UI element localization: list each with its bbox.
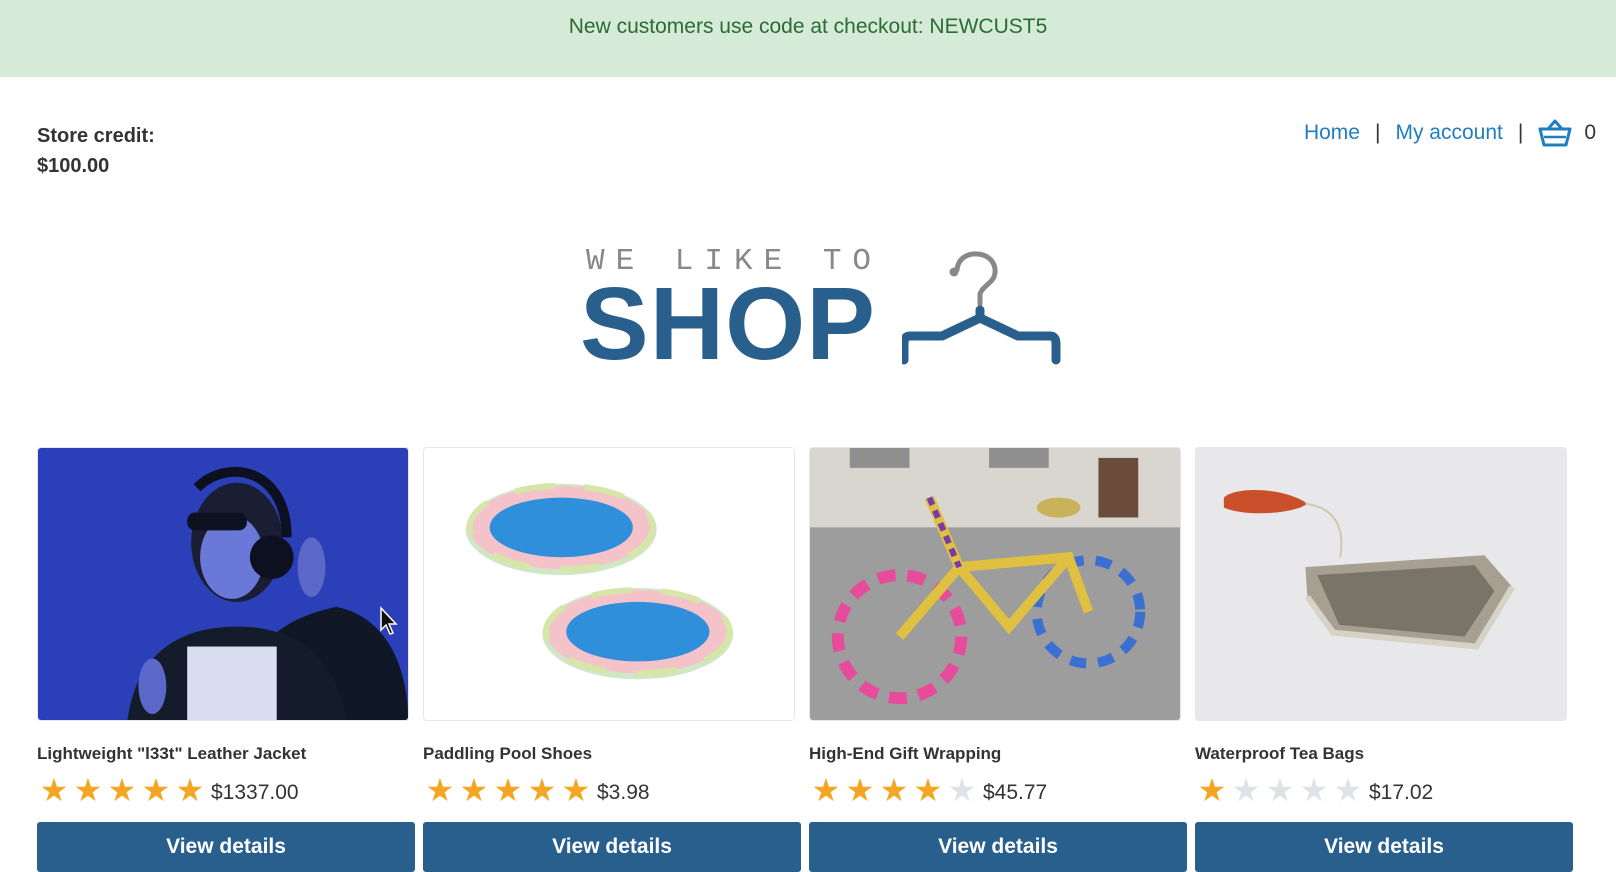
star-icon: ★ [39,771,69,809]
star-icon: ★ [1299,771,1329,809]
product-name: Paddling Pool Shoes [423,744,593,763]
nav-separator: | [1374,121,1381,144]
star-icon: ★ [913,771,943,809]
product-price: $45.77 [983,781,1048,804]
star-icon: ★ [845,771,875,809]
product-price: $17.02 [1369,781,1434,804]
logo-word: SHOP [580,266,876,381]
product-name: Lightweight "l33t" Leather Jacket [37,744,307,763]
tea-bag-image[interactable] [1195,447,1567,721]
rating-stars: ★ ★ ★ ★ ★ [423,774,593,806]
star-icon: ★ [527,771,557,809]
product-rating-row: ★ ★ ★ ★ ★ $17.02 [1195,774,1573,806]
view-details-button[interactable]: View details [37,822,415,872]
product-rating-row: ★ ★ ★ ★ ★ $1337.00 [37,774,415,806]
product-grid: Lightweight "l33t" Leather Jacket ★ ★ ★ ★ ★ … [37,447,1616,872]
view-details-button[interactable]: View details [1195,822,1573,872]
product-rating-row: ★ ★ ★ ★ ★ $45.77 [809,774,1187,806]
product-name: Waterproof Tea Bags [1195,744,1365,763]
product-card: Waterproof Tea Bags ★ ★ ★ ★ ★ $17.02 View de… [1195,447,1573,872]
star-icon: ★ [493,771,523,809]
nav-separator: | [1517,121,1524,144]
view-details-button[interactable]: View details [809,822,1187,872]
product-price: $3.98 [597,781,650,804]
star-icon: ★ [811,771,841,809]
rating-stars: ★ ★ ★ ★ ★ [37,774,207,806]
star-icon: ★ [107,771,137,809]
rating-stars: ★ ★ ★ ★ ★ [809,774,979,806]
mouse-pointer-icon [380,606,398,635]
star-icon: ★ [1197,771,1227,809]
product-price: $1337.00 [211,781,299,804]
store-credit-label: Store credit: [37,125,155,147]
star-icon: ★ [459,771,489,809]
store-credit-value: $100.00 [37,155,110,177]
star-icon: ★ [947,771,977,809]
promo-banner-text: New customers use code at checkout: NEWC… [568,15,1048,38]
star-icon: ★ [425,771,455,809]
person-headphones-image[interactable] [37,447,409,721]
store-credit: Store credit: $100.00 [37,121,155,181]
star-icon: ★ [73,771,103,809]
product-name: High-End Gift Wrapping [809,744,1002,763]
basket-icon[interactable] [1538,118,1572,148]
star-icon: ★ [1265,771,1295,809]
promo-banner: New customers use code at checkout: NEWC… [0,0,1616,77]
star-icon: ★ [879,771,909,809]
home-link[interactable]: Home [1304,121,1360,145]
star-icon: ★ [1333,771,1363,809]
product-card: Paddling Pool Shoes ★ ★ ★ ★ ★ $3.98 View det… [423,447,801,872]
my-account-link[interactable]: My account [1395,121,1502,145]
star-icon: ★ [561,771,591,809]
star-icon: ★ [175,771,205,809]
top-navigation: Home | My account | 0 [1304,118,1596,148]
product-card: High-End Gift Wrapping ★ ★ ★ ★ ★ $45.77 View… [809,447,1187,872]
product-card: Lightweight "l33t" Leather Jacket ★ ★ ★ ★ ★ … [37,447,415,872]
rating-stars: ★ ★ ★ ★ ★ [1195,774,1365,806]
knitted-bicycle-image[interactable] [809,447,1181,721]
product-rating-row: ★ ★ ★ ★ ★ $3.98 [423,774,801,806]
star-icon: ★ [141,771,171,809]
shop-logo[interactable]: WE LIKE TO SHOP [580,244,1070,381]
cart-count: 0 [1584,121,1596,144]
view-details-button[interactable]: View details [423,822,801,872]
paddling-pools-image[interactable] [423,447,795,721]
hanger-icon [902,251,1061,365]
star-icon: ★ [1231,771,1261,809]
